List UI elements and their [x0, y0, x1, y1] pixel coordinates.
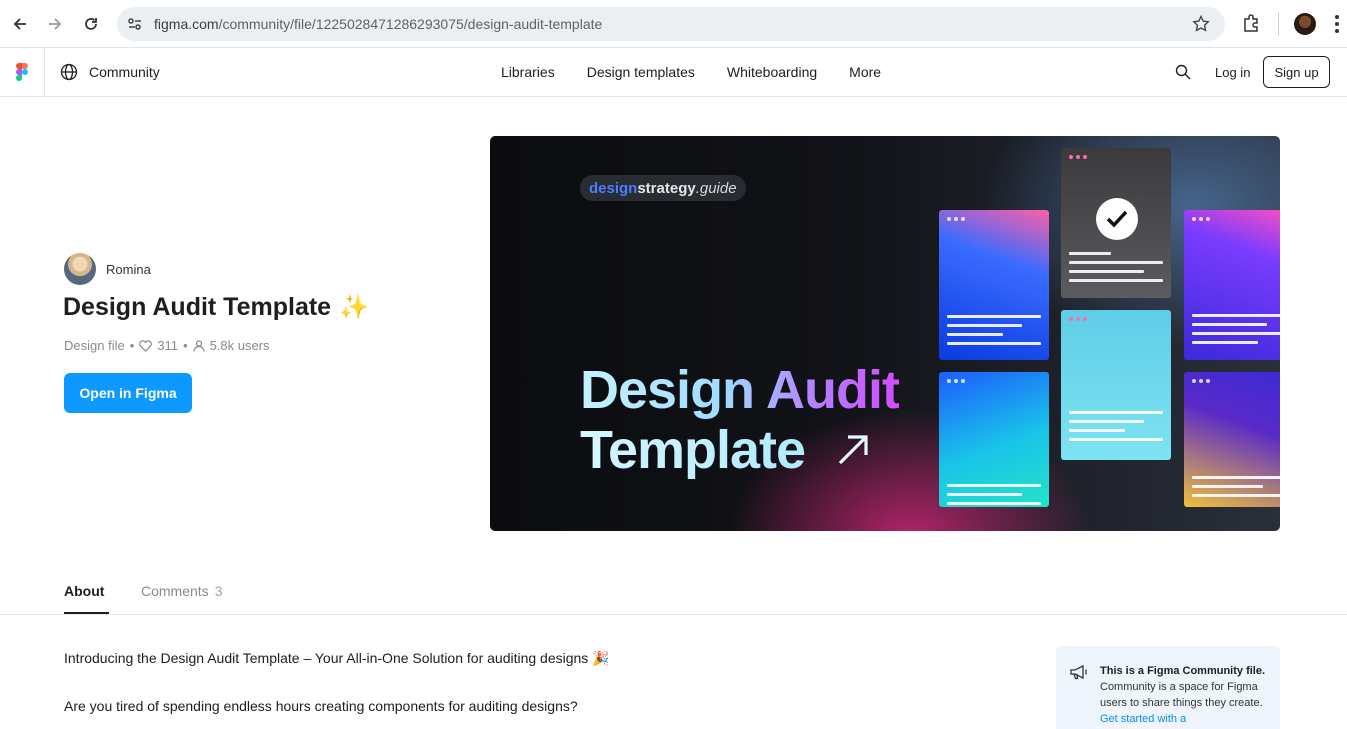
window-dots	[1069, 155, 1087, 159]
reload-icon	[85, 18, 97, 30]
checkmark-icon	[1106, 210, 1128, 228]
brand-part-1: design	[589, 179, 638, 197]
window-dots	[947, 217, 965, 221]
nav-more[interactable]: More	[849, 64, 881, 80]
content-tabs: About Comments 3	[0, 575, 1347, 615]
url-text: figma.com/community/file/122502847128629…	[154, 16, 602, 32]
file-type: Design file	[64, 338, 125, 353]
open-in-figma-button[interactable]: Open in Figma	[64, 373, 192, 413]
browser-toolbar: figma.com/community/file/122502847128629…	[0, 0, 1347, 48]
arrow-right-icon	[49, 18, 62, 30]
preview-card	[939, 210, 1049, 360]
globe-icon	[60, 63, 78, 81]
bookmark-star-icon[interactable]	[1192, 15, 1210, 33]
community-notice: This is a Figma Community file. Communit…	[1056, 646, 1280, 729]
reload-button[interactable]	[77, 10, 105, 38]
brand-part-2: strategy	[637, 179, 696, 197]
hero-title-line-1: Design Audit	[580, 360, 900, 420]
description-question: Are you tired of spending endless hours …	[64, 698, 578, 714]
meta-separator: •	[183, 338, 188, 353]
brand-part-3: .guide	[695, 179, 737, 197]
file-title-text: Design Audit Template	[63, 293, 332, 321]
meta-separator: •	[129, 338, 135, 353]
card-text-lines	[1192, 314, 1280, 350]
main-nav: Libraries Design templates Whiteboarding…	[501, 64, 913, 80]
sparkles-emoji: ✨	[339, 294, 369, 321]
preview-card	[1061, 148, 1171, 298]
login-link[interactable]: Log in	[1215, 65, 1250, 80]
user-icon	[192, 339, 205, 352]
likes-count: 311	[157, 338, 178, 353]
back-button[interactable]	[6, 10, 34, 38]
preview-card	[1184, 210, 1280, 360]
window-dots	[1069, 317, 1087, 321]
nav-libraries[interactable]: Libraries	[501, 64, 555, 80]
nav-whiteboarding[interactable]: Whiteboarding	[727, 64, 817, 80]
profile-avatar[interactable]	[1294, 13, 1316, 35]
notice-body: Community is a space for Figma users to …	[1100, 681, 1263, 709]
description-intro: Introducing the Design Audit Template – …	[64, 650, 610, 666]
tab-comments[interactable]: Comments 3	[141, 583, 222, 599]
brand-badge: design strategy .guide	[580, 175, 746, 201]
community-link[interactable]: Community	[60, 63, 160, 81]
notice-text: This is a Figma Community file. Communit…	[1100, 663, 1268, 727]
hero-thumbnail[interactable]: design strategy .guide Design Audit Templa…	[490, 136, 1280, 531]
checkmark-badge	[1096, 198, 1138, 240]
card-text-lines	[1192, 476, 1280, 503]
users-count: 5.8k users	[209, 338, 270, 353]
search-icon[interactable]	[1174, 63, 1192, 81]
notice-bold: This is a Figma Community file.	[1100, 665, 1266, 677]
window-dots	[1192, 217, 1210, 221]
tab-comments-label: Comments	[141, 583, 209, 599]
author-name[interactable]: Romina	[106, 262, 151, 277]
toolbar-divider	[1278, 12, 1279, 36]
figma-logo-icon	[16, 63, 28, 81]
window-dots	[947, 379, 965, 383]
notice-get-started-link[interactable]: Get started with a	[1100, 713, 1186, 725]
card-text-lines	[947, 315, 1041, 351]
card-text-lines	[1069, 252, 1163, 288]
active-tab-indicator	[64, 612, 109, 614]
extensions-icon[interactable]	[1242, 14, 1260, 32]
tab-about[interactable]: About	[64, 583, 104, 599]
file-meta: Design file • 311 • 5.8k users	[64, 338, 270, 353]
url-host: figma.com	[154, 16, 219, 32]
arrow-left-icon	[13, 18, 26, 30]
url-path: /community/file/1225028471286293075/desi…	[218, 16, 603, 32]
more-vert-icon[interactable]	[1334, 14, 1340, 34]
address-bar[interactable]: figma.com/community/file/122502847128629…	[117, 7, 1225, 41]
preview-card	[1061, 310, 1171, 460]
card-text-lines	[947, 484, 1041, 507]
megaphone-icon	[1070, 664, 1087, 680]
preview-card	[939, 372, 1049, 507]
author-avatar[interactable]	[64, 253, 96, 285]
site-header: Community Libraries Design templates Whi…	[0, 48, 1347, 97]
author-row[interactable]: Romina	[64, 253, 151, 285]
forward-button[interactable]	[41, 10, 69, 38]
heart-icon[interactable]	[139, 339, 153, 352]
comments-count: 3	[214, 583, 223, 599]
signup-button[interactable]: Sign up	[1263, 56, 1330, 88]
card-text-lines	[1069, 411, 1163, 447]
window-dots	[1192, 379, 1210, 383]
community-label: Community	[89, 64, 160, 80]
nav-design-templates[interactable]: Design templates	[587, 64, 695, 80]
arrow-up-right-icon	[838, 435, 868, 465]
site-settings-icon[interactable]	[127, 17, 143, 31]
preview-card	[1184, 372, 1280, 507]
figma-logo[interactable]	[0, 48, 45, 96]
file-title: Design Audit Template ✨	[63, 293, 369, 322]
